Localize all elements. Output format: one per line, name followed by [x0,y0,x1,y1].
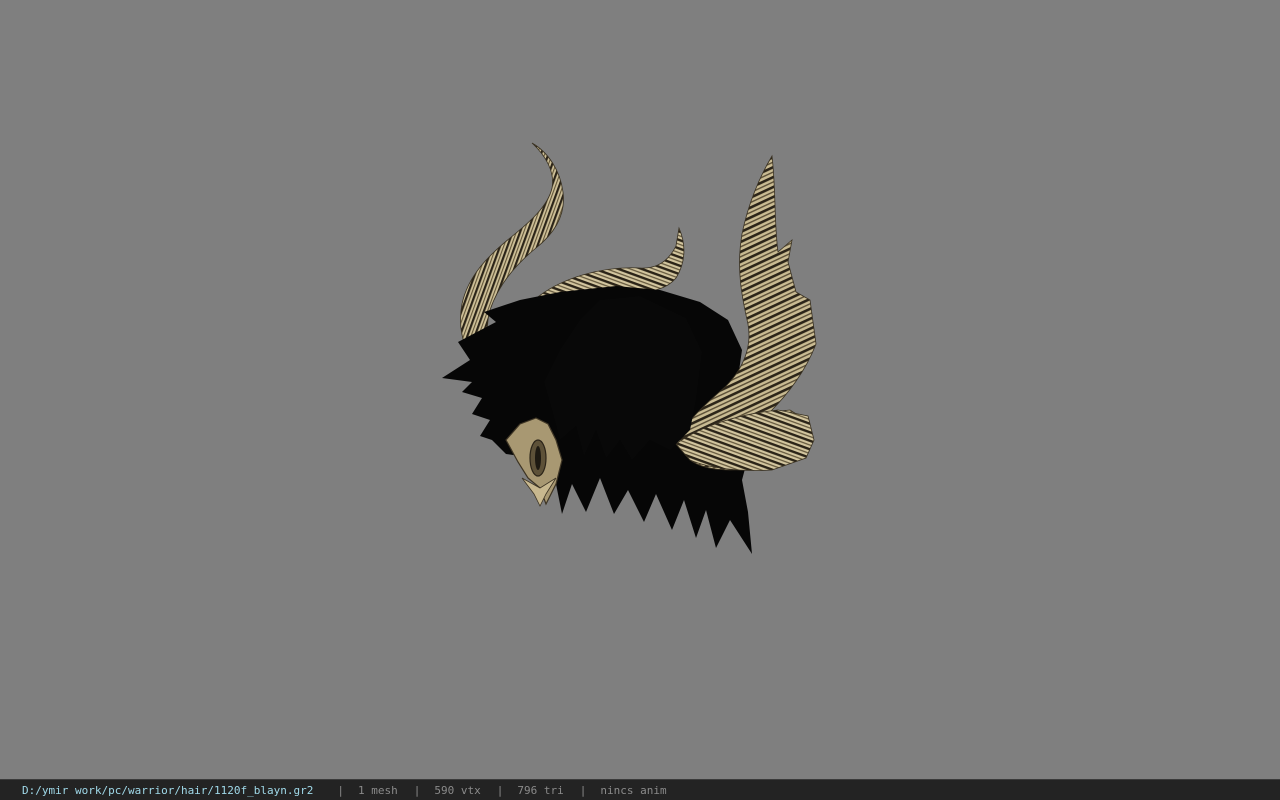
separator: | [579,783,587,797]
mesh-count-text: 1 mesh [358,783,398,797]
animation-status-text: nincs anim [600,783,667,797]
vertex-count-text: 590 vtx [434,783,481,797]
separator: | [413,783,421,797]
status-bar: D:/ymir work/pc/warrior/hair/1120f_blayn… [0,779,1280,800]
separator: | [496,783,504,797]
3d-viewport[interactable] [0,0,1280,779]
file-path-text: D:/ymir work/pc/warrior/hair/1120f_blayn… [22,783,314,797]
hair-model-render [442,142,817,554]
triangle-count-text: 796 tri [517,783,564,797]
separator: | [337,783,345,797]
